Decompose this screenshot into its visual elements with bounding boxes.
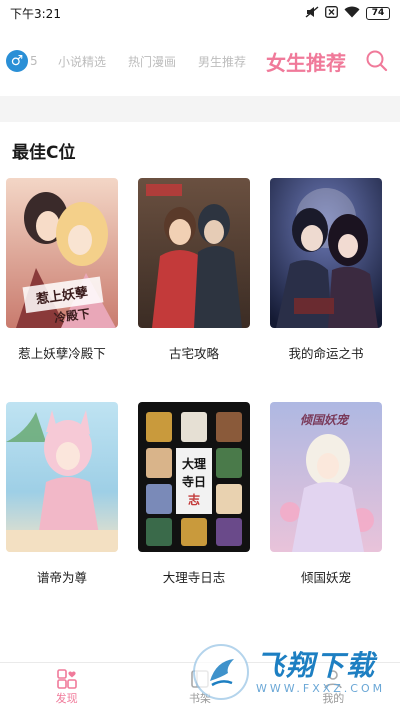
comic-card[interactable]: 惹上妖孽 冷殿下 惹上妖孽冷殿下: [6, 178, 118, 392]
male-symbol-icon[interactable]: ♂: [6, 50, 28, 72]
section-title: 最佳C位: [12, 143, 76, 163]
comic-cover[interactable]: [138, 178, 250, 328]
comic-title[interactable]: 谱帝为尊: [6, 568, 118, 616]
comic-card[interactable]: 古宅攻略: [138, 178, 250, 392]
comic-card[interactable]: 倾国妖宠 倾国妖宠: [270, 402, 382, 616]
close-box-icon: [325, 5, 338, 21]
comic-title[interactable]: 古宅攻略: [138, 344, 250, 392]
status-bar: 下午3:21 74: [0, 0, 400, 26]
tab-boys-recommend[interactable]: 男生推荐: [198, 53, 246, 70]
tab-hot-comics[interactable]: 热门漫画: [128, 53, 176, 70]
comic-card[interactable]: 大理 寺日 志 大理寺日志: [138, 402, 250, 616]
comic-cover[interactable]: 倾国妖宠: [270, 402, 382, 552]
tab-girls-recommend[interactable]: 女生推荐: [266, 47, 346, 76]
nav-label: 发现: [55, 691, 78, 705]
svg-text:倾国妖宠: 倾国妖宠: [300, 413, 350, 427]
watermark-sub: WWW.FXXZ.COM: [256, 681, 386, 695]
nav-discover[interactable]: 发现: [0, 663, 133, 710]
comic-card[interactable]: 我的命运之书: [270, 178, 382, 392]
comic-title[interactable]: 惹上妖孽冷殿下: [6, 344, 118, 392]
category-tab-bar: ♂ 5 小说精选 热门漫画 男生推荐 女生推荐: [0, 26, 400, 96]
best-c-section: 最佳C位 惹上妖孽 冷殿下 惹上妖孽冷殿下 古宅攻略 我的命运之书 谱帝为尊 大…: [0, 122, 400, 662]
comic-title[interactable]: 倾国妖宠: [270, 568, 382, 616]
comic-cover[interactable]: 惹上妖孽 冷殿下: [6, 178, 118, 328]
discover-icon: [56, 668, 77, 689]
tabs: 小说精选 热门漫画 男生推荐 女生推荐: [58, 47, 364, 76]
comic-cover[interactable]: 大理 寺日 志: [138, 402, 250, 552]
svg-text:大理: 大理: [182, 456, 206, 471]
battery-indicator: 74: [366, 6, 390, 20]
comic-grid: 惹上妖孽 冷殿下 惹上妖孽冷殿下 古宅攻略 我的命运之书 谱帝为尊 大理 寺日 …: [6, 178, 396, 616]
comic-title[interactable]: 大理寺日志: [138, 568, 250, 616]
watermark-main: 飞翔下载: [256, 648, 377, 682]
svg-text:志: 志: [188, 492, 200, 507]
status-time: 下午3:21: [10, 6, 61, 21]
mute-icon: [305, 5, 319, 21]
fxxz-logo-icon: [193, 644, 249, 700]
watermark-text: 飞翔下载 WWW.FXXZ.COM: [256, 648, 386, 695]
comic-cover[interactable]: [6, 402, 118, 552]
watermark: 飞翔下载 WWW.FXXZ.COM: [192, 638, 392, 706]
status-icons: 74: [305, 5, 390, 21]
comic-title[interactable]: 我的命运之书: [270, 344, 382, 392]
comic-cover[interactable]: [270, 178, 382, 328]
search-icon[interactable]: [364, 48, 390, 74]
tab-novel-picks[interactable]: 小说精选: [58, 53, 106, 70]
svg-text:寺日: 寺日: [182, 474, 206, 489]
comic-card[interactable]: 谱帝为尊: [6, 402, 118, 616]
tab-partial[interactable]: 5: [30, 54, 40, 68]
wifi-icon: [344, 6, 360, 21]
